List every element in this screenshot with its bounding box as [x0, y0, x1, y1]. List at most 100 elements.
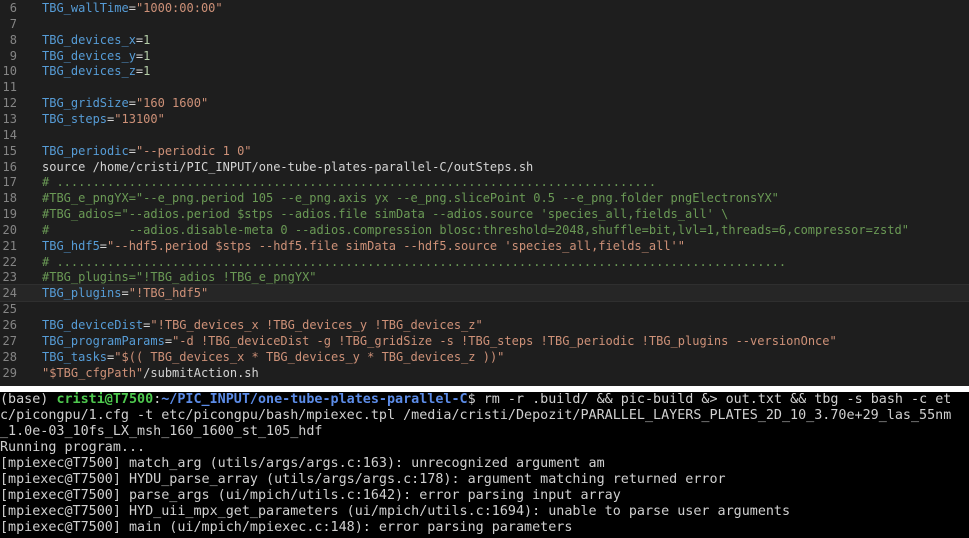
code-token: "1000:00:00" [135, 1, 223, 15]
line-number: 16 [2, 159, 17, 174]
line-code: TBG_periodic="--periodic 1 0" [42, 143, 252, 159]
code-token: "$TBG_cfgPath" [42, 365, 144, 380]
code-token: "160 1600" [135, 96, 209, 111]
code-token: = [164, 333, 173, 348]
prompt-symbol: $ [467, 392, 484, 407]
code-token: = [128, 143, 136, 158]
line-number: 6 [9, 1, 17, 15]
line-code: #TBG_e_pngYX="--e_png.period 105 --e_png… [42, 190, 779, 206]
line-number: 8 [9, 32, 17, 47]
code-token: TBG_plugins [42, 286, 122, 301]
code-line[interactable]: 15 TBG_periodic="--periodic 1 0" [0, 143, 969, 159]
line-number: 28 [2, 349, 17, 364]
code-token: 1 [143, 64, 151, 79]
code-line[interactable]: 13 TBG_steps="13100" [0, 111, 969, 127]
code-line[interactable]: 10 TBG_devices_z=1 [0, 63, 969, 79]
code-line[interactable]: 11 [0, 79, 969, 95]
code-token: TBG_periodic [42, 143, 129, 158]
code-token: "!TBG_devices_x !TBG_devices_y !TBG_devi… [150, 318, 483, 332]
code-line[interactable]: 20 # --adios.disable-meta 0 --adios.compr… [0, 222, 969, 238]
code-token: TBG_wallTime [42, 1, 129, 15]
code-token: source /home/cristi/PIC_INPUT/one-tube-p… [42, 159, 534, 174]
line-code: TBG_hdf5="--hdf5.period $stps --hdf5.fil… [42, 238, 685, 254]
line-number: 25 [2, 302, 17, 317]
line-number: 18 [2, 191, 17, 206]
code-line[interactable]: 22 # ....................................… [0, 254, 969, 270]
code-line[interactable]: 14 [0, 127, 969, 143]
terminal-command: rm -r .build/ && pic-build &> out.txt &&… [483, 392, 952, 407]
code-line[interactable]: 19 #TBG_adios="--adios.period $stps --adi… [0, 206, 969, 222]
line-number: 19 [2, 207, 17, 222]
code-token: TBG_devices_y [42, 48, 136, 63]
line-code: TBG_wallTime="1000:00:00" [42, 0, 223, 16]
code-token: TBG_hdf5 [42, 238, 100, 253]
code-token: "--periodic 1 0" [135, 143, 252, 158]
code-token: #TBG_e_pngYX="--e_png.period 105 --e_png… [42, 191, 779, 206]
code-token: #TBG_adios="--adios.period $stps --adios… [42, 207, 729, 222]
line-code: TBG_tasks="$(( TBG_devices_x * TBG_devic… [42, 349, 504, 365]
code-token: TBG_programParams [42, 333, 165, 348]
code-token: "-d !TBG_deviceDist -g !TBG_gridSize -s … [172, 333, 837, 348]
line-code: #TBG_plugins="!TBG_adios !TBG_e_pngYX" [42, 269, 317, 285]
code-token: # ......................................… [42, 254, 787, 269]
code-token: TBG_devices_z [42, 64, 136, 79]
line-number: 22 [2, 254, 17, 269]
code-line[interactable]: 6 TBG_wallTime="1000:00:00" [0, 0, 969, 16]
code-line[interactable]: 25 [0, 301, 969, 317]
line-number: 29 [2, 365, 17, 380]
line-code: TBG_deviceDist="!TBG_devices_x !TBG_devi… [42, 317, 483, 333]
terminal-command-continuation: c/picongpu/1.cfg -t etc/picongpu/bash/mp… [0, 408, 952, 423]
code-line[interactable]: 27 TBG_programParams="-d !TBG_deviceDist … [0, 333, 969, 349]
terminal-output-line: Running program... [0, 440, 146, 455]
terminal-output-line: [mpiexec@T7500] main (ui/mpich/mpiexec.c… [0, 520, 573, 535]
code-line[interactable]: 18 #TBG_e_pngYX="--e_png.period 105 --e_p… [0, 190, 969, 206]
line-code: TBG_devices_z=1 [42, 63, 150, 79]
code-line[interactable]: 24 TBG_plugins="!TBG_hdf5" [0, 284, 969, 303]
code-token: "--hdf5.period $stps --hdf5.file simData… [107, 238, 685, 253]
code-token: "$(( TBG_devices_x * TBG_devices_y * TBG… [114, 349, 505, 364]
code-line[interactable]: 28 TBG_tasks="$(( TBG_devices_x * TBG_dev… [0, 349, 969, 365]
code-line[interactable]: 21 TBG_hdf5="--hdf5.period $stps --hdf5.f… [0, 238, 969, 254]
line-number: 9 [9, 48, 17, 63]
line-number: 10 [2, 64, 17, 79]
line-code: #TBG_adios="--adios.period $stps --adios… [42, 206, 728, 222]
code-token: TBG_devices_x [42, 32, 136, 47]
line-code: # --adios.disable-meta 0 --adios.compres… [42, 222, 909, 238]
terminal-prompt-line: (base) cristi@T7500:~/PIC_INPUT/one-tube… [0, 392, 951, 408]
line-code: TBG_devices_y=1 [42, 48, 150, 64]
line-number: 20 [2, 222, 17, 237]
line-code: # ......................................… [42, 174, 656, 190]
code-editor[interactable]: 6 TBG_wallTime="1000:00:00" 7 8 TBG_devices_… [0, 0, 969, 386]
code-token: = [121, 286, 129, 301]
code-token: 1 [143, 48, 151, 63]
terminal-output-line: [mpiexec@T7500] parse_args (ui/mpich/uti… [0, 488, 621, 503]
code-line[interactable]: 9 TBG_devices_y=1 [0, 48, 969, 64]
code-line[interactable]: 23 #TBG_plugins="!TBG_adios !TBG_e_pngYX" [0, 269, 969, 285]
code-token: = [99, 238, 108, 253]
line-number: 27 [2, 333, 17, 348]
prompt-env: (base) [0, 392, 57, 407]
line-number: 21 [2, 238, 17, 253]
line-code: # ......................................… [42, 254, 786, 270]
code-line[interactable]: 26 TBG_deviceDist="!TBG_devices_x !TBG_de… [0, 317, 969, 333]
code-token: TBG_tasks [42, 349, 108, 364]
code-line[interactable]: 29 "$TBG_cfgPath"/submitAction.sh [0, 365, 969, 381]
code-line[interactable]: 7 [0, 16, 969, 32]
code-token: "13100" [114, 111, 165, 126]
line-code: "$TBG_cfgPath"/submitAction.sh [42, 365, 259, 381]
prompt-user-host: cristi@T7500 [56, 392, 154, 407]
line-number: 23 [2, 270, 17, 285]
terminal[interactable]: (base) cristi@T7500:~/PIC_INPUT/one-tube… [0, 392, 969, 538]
line-number: 15 [2, 143, 17, 158]
code-line[interactable]: 17 # ....................................… [0, 174, 969, 190]
code-token: "!TBG_hdf5" [128, 286, 209, 301]
code-token: # ......................................… [42, 175, 657, 190]
code-token: /submitAction.sh [143, 365, 259, 380]
code-line[interactable]: 12 TBG_gridSize="160 1600" [0, 95, 969, 111]
prompt-path: ~/PIC_INPUT/one-tube-plates-parallel-C [161, 392, 468, 407]
code-line[interactable]: 8 TBG_devices_x=1 [0, 32, 969, 48]
code-line[interactable]: 16 source /home/cristi/PIC_INPUT/one-tube… [0, 159, 969, 175]
terminal-command-continuation: _1.0e-03_10fs_LX_msh_160_1600_st_105_hdf [0, 424, 323, 439]
line-number: 12 [2, 96, 17, 111]
line-code: TBG_programParams="-d !TBG_deviceDist -g… [42, 333, 837, 349]
